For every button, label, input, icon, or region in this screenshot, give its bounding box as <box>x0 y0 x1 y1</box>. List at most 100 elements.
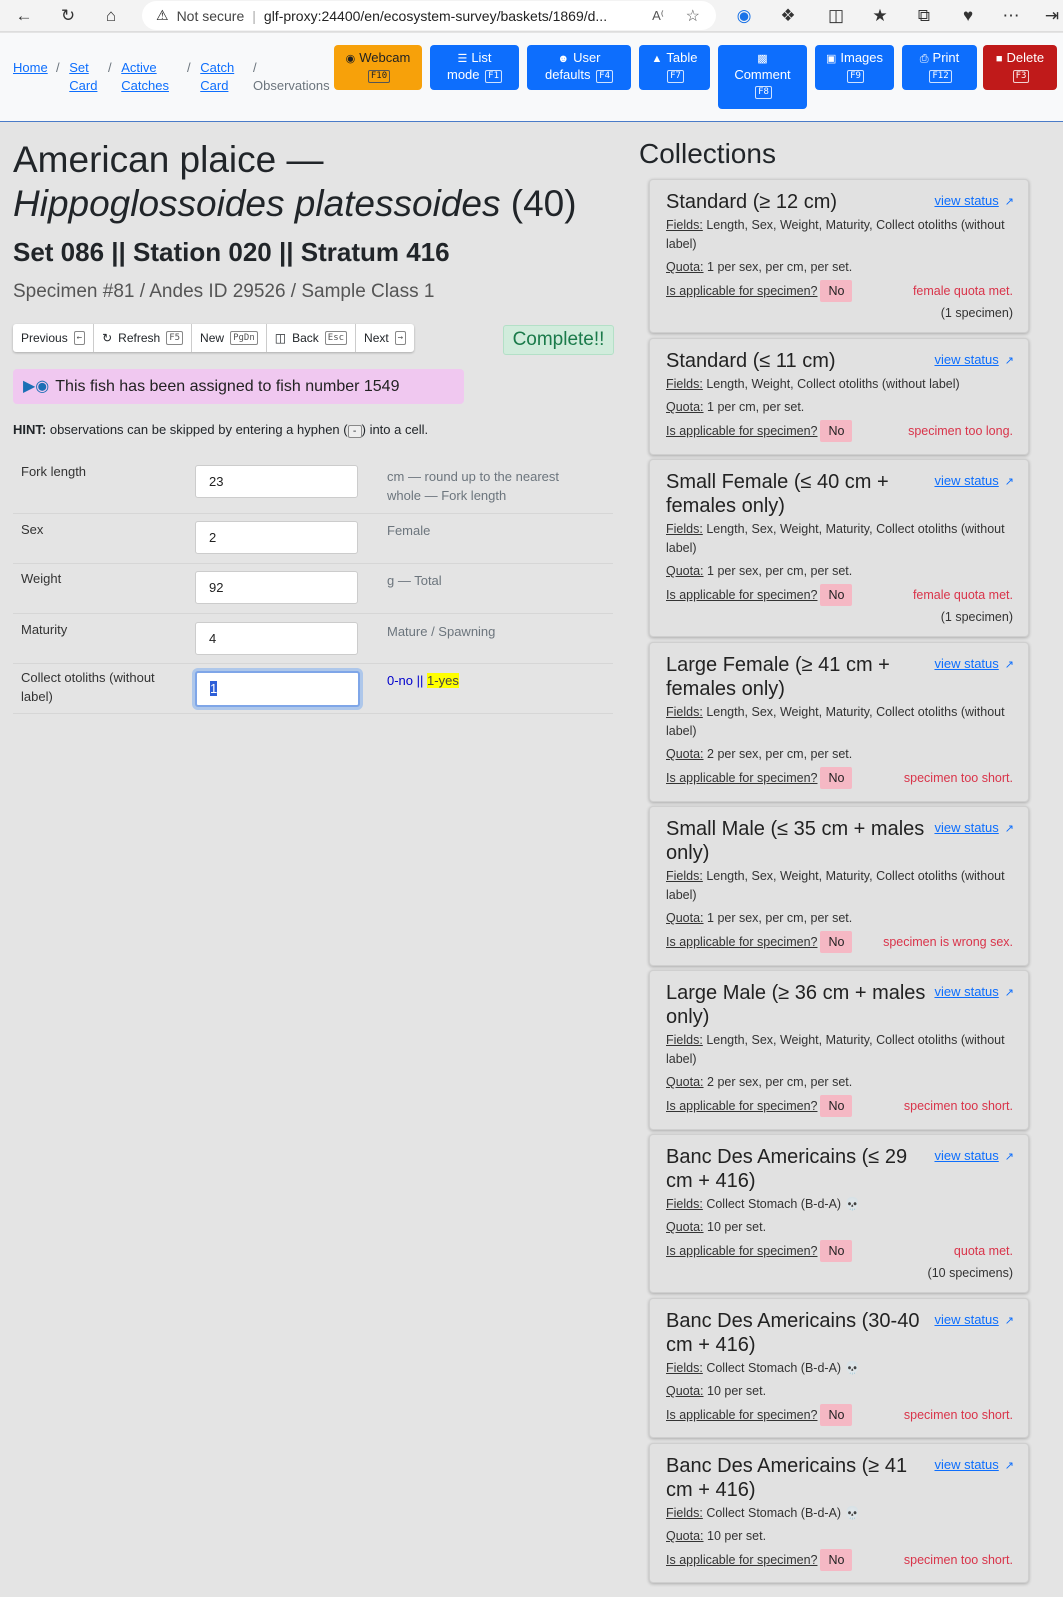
view-status-link[interactable]: view status ↗ <box>934 1457 1014 1472</box>
view-status-link[interactable]: view status ↗ <box>934 984 1014 999</box>
otoliths-input[interactable]: 1 <box>195 671 360 707</box>
breadcrumb-catch-card[interactable]: / Catch Card <box>187 59 240 95</box>
favorite-star-icon[interactable]: ☆ <box>686 6 700 26</box>
external-link-icon: ↗ <box>1004 823 1014 835</box>
browser-essentials-icon[interactable]: ♥ <box>956 4 980 28</box>
applicable-no-badge: No <box>820 1240 853 1262</box>
fields-value: Length, Sex, Weight, Maturity, Collect o… <box>666 522 1005 555</box>
fish-assigned-alert: ▶◉ This fish has been assigned to fish nu… <box>13 369 464 404</box>
delete-label: Delete <box>1006 50 1045 65</box>
otoliths-help-sep: || <box>416 673 424 688</box>
collection-quota: Quota: 1 per sex, per cm, per set. <box>666 562 1016 581</box>
breadcrumb-home[interactable]: Home <box>13 59 48 77</box>
refresh-button[interactable]: ↻ Refresh F5 <box>94 324 193 352</box>
specimen-info: Specimen #81 / Andes ID 29526 / Sample C… <box>13 281 435 302</box>
hint-key: - <box>347 425 362 438</box>
collection-specimen-count: (10 specimens) <box>927 1266 1013 1280</box>
app-header: Home / Set Card / Active Catches / Catch… <box>0 33 1063 122</box>
collection-fields: Fields: Length, Sex, Weight, Maturity, C… <box>666 703 1016 741</box>
collection-quota: Quota: 1 per sex, per cm, per set. <box>666 909 1016 928</box>
list-mode-button[interactable]: ☰ List mode F1 <box>430 45 519 90</box>
external-link-icon: ↗ <box>1004 1151 1014 1163</box>
fork-length-input[interactable]: 23 <box>195 465 358 498</box>
back-arrow-icon[interactable]: ← <box>12 4 36 28</box>
specimen-nav-group: Previous ← ↻ Refresh F5 New PgDn ◫ Back Esc Ne… <box>13 324 415 352</box>
external-link-icon: ↗ <box>1004 659 1014 671</box>
view-status-link[interactable]: view status ↗ <box>934 1148 1014 1163</box>
comment-button[interactable]: ▩ Comment F8 <box>718 45 807 109</box>
view-status-link[interactable]: view status ↗ <box>934 193 1014 208</box>
sex-input[interactable]: 2 <box>195 521 358 554</box>
breadcrumb-observations: / Observations <box>253 59 330 95</box>
sidebar-icon[interactable]: ⇥ <box>1040 4 1063 28</box>
fields-value: Length, Sex, Weight, Maturity, Collect o… <box>666 218 1005 251</box>
images-button[interactable]: ▣ Images F9 <box>815 45 894 90</box>
applicable-no-badge: No <box>820 584 853 606</box>
quota-value: 1 per sex, per cm, per set. <box>707 911 853 925</box>
collection-title: Large Male (≥ 36 cm + males only) <box>666 982 926 1028</box>
collection-title: Small Male (≤ 35 cm + males only) <box>666 818 925 864</box>
view-status-label: view status <box>934 352 999 367</box>
back-button[interactable]: ◫ Back Esc <box>267 324 357 352</box>
fork-length-label: Fork length <box>21 464 87 479</box>
browser-toolbar: ← ↻ ⌂ ⚠ Not secure | glf-proxy:24400/en/… <box>0 0 1063 32</box>
user-icon: ☻ <box>557 53 570 65</box>
extensions-icon[interactable]: ❖ <box>776 4 800 28</box>
breadcrumb-observations-label: Observations <box>253 78 330 93</box>
comment-label: Comment <box>734 67 791 82</box>
maturity-input[interactable]: 4 <box>195 622 358 655</box>
view-status-link[interactable]: view status ↗ <box>934 352 1014 367</box>
breadcrumb-active-catches[interactable]: / Active Catches <box>108 59 173 95</box>
home-icon[interactable]: ⌂ <box>99 4 123 28</box>
collection-fields: Fields: Length, Sex, Weight, Maturity, C… <box>666 1031 1016 1069</box>
read-aloud-icon[interactable]: A⁽ <box>652 8 664 24</box>
breadcrumb-catch-card-link[interactable]: Catch Card <box>200 59 240 95</box>
previous-button[interactable]: Previous ← <box>13 324 95 352</box>
reload-icon[interactable]: ↻ <box>56 4 80 28</box>
printer-icon: ⎙ <box>919 53 929 65</box>
new-button[interactable]: New PgDn <box>192 324 267 352</box>
collection-specimen-count: (1 specimen) <box>940 306 1013 320</box>
quota-label: Quota: <box>666 747 704 761</box>
webcam-button[interactable]: ◉ Webcam F10 <box>334 45 422 90</box>
webcam-key: F10 <box>367 70 391 83</box>
collection-card: Banc Des Americains (30-40 cm + 416) view… <box>649 1298 1029 1438</box>
collections-icon[interactable]: ⧉ <box>912 4 936 28</box>
weight-input[interactable]: 92 <box>195 571 358 604</box>
breadcrumb-home-link[interactable]: Home <box>13 60 48 75</box>
fields-value: Collect Stomach (B-d-A) 💀 <box>706 1361 861 1375</box>
view-status-link[interactable]: view status ↗ <box>934 473 1014 488</box>
collection-reason: female quota met. <box>912 284 1013 298</box>
user-defaults-button[interactable]: ☻ User defaults F4 <box>527 45 631 90</box>
next-button[interactable]: Next → <box>356 324 414 352</box>
view-status-label: view status <box>934 193 999 208</box>
collection-quota: Quota: 1 per sex, per cm, per set. <box>666 258 1016 277</box>
view-status-link[interactable]: view status ↗ <box>934 656 1014 671</box>
fields-value: Collect Stomach (B-d-A) 💀 <box>706 1197 861 1211</box>
split-screen-icon[interactable]: ◫ <box>824 4 848 28</box>
more-menu-icon[interactable]: ⋯ <box>999 4 1023 28</box>
webcam-label: Webcam <box>359 50 411 65</box>
collection-fields: Fields: Length, Sex, Weight, Maturity, C… <box>666 520 1016 558</box>
collection-reason: specimen too long. <box>908 424 1013 438</box>
view-status-link[interactable]: view status ↗ <box>934 1312 1014 1327</box>
print-button[interactable]: ⎙ Print F12 <box>902 45 977 90</box>
breadcrumb-set-card[interactable]: / Set Card <box>56 59 99 95</box>
fields-label: Fields: <box>666 377 703 391</box>
breadcrumb-active-catches-link[interactable]: Active Catches <box>121 59 173 95</box>
delete-button[interactable]: ■ Delete F3 <box>983 45 1057 90</box>
view-status-link[interactable]: view status ↗ <box>934 820 1014 835</box>
favorites-icon[interactable]: ★ <box>868 4 892 28</box>
shield-icon[interactable]: ◉ <box>732 4 756 28</box>
comment-icon: ▩ <box>757 53 768 65</box>
breadcrumb-set-card-link[interactable]: Set Card <box>69 59 99 95</box>
address-bar[interactable]: ⚠ Not secure | glf-proxy:24400/en/ecosys… <box>142 1 716 30</box>
otoliths-input-value: 1 <box>210 681 218 696</box>
table-button[interactable]: ▲ Table F7 <box>639 45 710 90</box>
external-link-icon: ↗ <box>1004 1315 1014 1327</box>
view-status-label: view status <box>934 820 999 835</box>
species-common-name: American plaice — <box>13 139 324 180</box>
print-key: F12 <box>929 70 952 83</box>
collection-title: Standard (≥ 12 cm) <box>666 191 838 213</box>
collection-card: Standard (≤ 11 cm) view status ↗ Fields: Le… <box>649 338 1029 455</box>
